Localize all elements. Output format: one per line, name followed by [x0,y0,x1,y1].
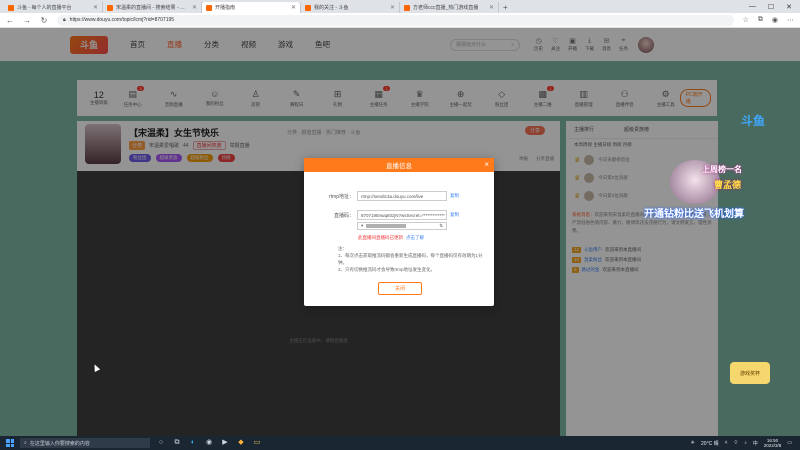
tab-title: 开播指南 [215,5,236,11]
learn-more-link[interactable]: 点击了解 [406,235,424,240]
overlay-top-fan-label: 上周榜一名 [702,165,742,174]
note-line: 2、只有切换推流码才会导致rtmp地址发生变化。 [338,267,436,272]
note-line: 1、每次点击获取推流码都会重新生成直播码，每个直播码仅有效期为1分钟。 [338,253,483,265]
new-tab-button[interactable]: + [499,2,512,13]
dialog-notes: 注： 1、每次点击获取推流码都会重新生成直播码，每个直播码仅有效期为1分钟。 2… [338,245,483,273]
rtmp-row: rtmp地址： rtmp://sendtc3a.douyu.com/live 复… [322,191,459,201]
network-icon[interactable]: ⌔ [734,440,739,446]
tab-title: 宋温柔的直播间 - 搜索结果 - 斗鱼 [116,5,189,11]
close-icon[interactable]: × [484,160,489,169]
task-view-icon[interactable]: ○ [156,438,166,448]
search-icon: ⌕ [24,440,27,446]
tab-favicon-icon [404,4,410,11]
rtmp-field[interactable]: rtmp://sendtc3a.douyu.com/live [357,191,447,201]
reload-icon[interactable]: ↻ [40,16,48,25]
tab-title: 方老师ccc直播_热门游戏直播 [413,5,479,11]
collections-icon[interactable]: ⧉ [758,16,763,24]
dialog-title: 直播信息 [386,163,412,170]
tab-close-icon[interactable]: ✕ [93,4,98,11]
edge-browser-icon[interactable]: ◐ [188,438,198,448]
browser-tab-1[interactable]: 斗鱼 - 每个人的直播平台 ✕ [4,2,103,13]
tab-close-icon[interactable]: ✕ [489,4,494,11]
tab-favicon-icon [8,4,14,11]
url-input[interactable]: 🔒︎ https://www.douyu.com/topic/lcmj?rid=… [57,14,734,26]
tab-close-icon[interactable]: ✕ [291,4,296,11]
favorite-star-icon[interactable]: ☆ [743,16,749,24]
taskbar-search-placeholder: 在这里输入你要搜索的内容 [29,440,90,447]
lock-icon: 🔒︎ [63,17,66,23]
switch-icon[interactable]: ⇅ [439,223,443,229]
tab-favicon-icon [107,4,113,11]
url-text: https://www.douyu.com/topic/lcmj?rid=870… [69,17,175,23]
douyu-sticker-logo: 斗鱼 [740,113,765,128]
redacted-bar [366,224,407,228]
chevron-down-icon: ▾ [361,223,364,228]
obs-app-icon[interactable]: ◉ [204,438,214,448]
stream-key-field[interactable]: 8707195rwapt0zjN?wsSecret=************* [357,210,447,220]
stream-key-label: 直播码： [333,212,354,219]
clock[interactable]: 16:50 2022/3/8 [764,438,782,449]
browser-tab-2[interactable]: 宋温柔的直播间 - 搜索结果 - 斗鱼 ✕ [103,2,202,13]
weather-icon[interactable]: ☀ [691,440,695,446]
copy-rtmp-button[interactable]: 复制 [450,193,459,199]
blurred-row: ▾ ⇅ [357,222,447,230]
browser-toolbar-icons: ☆ ⧉ ◉ ⋯ [743,16,794,24]
tab-favicon-icon [305,4,311,11]
forward-arrow-icon[interactable]: → [23,16,31,25]
browser-tab-strip: 斗鱼 - 每个人的直播平台 ✕ 宋温柔的直播间 - 搜索结果 - 斗鱼 ✕ 开播指南… [0,0,800,13]
live-info-dialog: 直播信息 × rtmp地址： rtmp://sendtc3a.douyu.com… [304,158,494,306]
folder-icon[interactable]: ▭ [252,438,262,448]
hidden-key-field[interactable]: ▾ ⇅ [357,222,447,230]
task-switch-icon[interactable]: ⧉ [172,438,182,448]
notes-title: 注： [338,246,347,251]
weather-text[interactable]: 20°C 晴 [701,440,719,447]
overlay-top-fan-name: 曹孟德 [714,180,742,190]
tab-title: 我的关注 - 斗鱼 [314,5,349,11]
douyu-app-icon[interactable]: ◆ [236,438,246,448]
clock-date: 2022/3/8 [763,443,782,448]
tab-favicon-icon [206,4,212,11]
notification-icon[interactable]: ▭ [787,440,792,446]
browser-tab-4[interactable]: 我的关注 - 斗鱼 ✕ [301,2,400,13]
profile-icon[interactable]: ◉ [772,16,778,24]
close-dialog-button[interactable]: 关闭 [378,282,422,295]
tray-chevron-icon[interactable]: ˄ [725,440,728,446]
volume-icon[interactable]: ♪ [744,440,747,446]
overlay-promo-text: 开通钻粉比送飞机划算 [644,209,744,220]
tab-close-icon[interactable]: ✕ [192,4,197,11]
maximize-button[interactable]: ☐ [768,3,774,11]
copy-key-button[interactable]: 复制 [450,212,459,218]
close-window-button[interactable]: ✕ [786,3,792,11]
game-badge[interactable]: 游戏奖杯 [730,362,770,384]
address-bar: ← → ↻ 🔒︎ https://www.douyu.com/topic/lcm… [0,13,800,28]
stream-key-row: 直播码： 8707195rwapt0zjN?wsSecret=*********… [322,210,459,220]
windows-start-icon[interactable] [6,439,14,447]
browser-tab-5[interactable]: 方老师ccc直播_热门游戏直播 ✕ [400,2,499,13]
media-app-icon[interactable]: ▶ [220,438,230,448]
system-tray: ☀ 20°C 晴 ˄ ⌔ ♪ 中 16:50 2022/3/8 ▭ [691,438,800,449]
tab-title: 斗鱼 - 每个人的直播平台 [17,5,72,11]
key-updated-notice: 此直播间直播码已更新 点击了解 [358,235,424,240]
ime-icon[interactable]: 中 [753,440,758,447]
rtmp-label: rtmp地址： [328,193,354,200]
window-controls: — ☐ ✕ [749,0,800,13]
dialog-header: 直播信息 × [304,158,494,172]
more-menu-icon[interactable]: ⋯ [787,16,794,24]
tab-close-icon[interactable]: ✕ [390,4,395,11]
browser-tab-3[interactable]: 开播指南 ✕ [202,2,301,13]
taskbar-search-input[interactable]: ⌕ 在这里输入你要搜索的内容 [20,438,150,448]
stream-overlay: 上周榜一名 曹孟德 开通钻粉比送飞机划算 [640,160,800,260]
minimize-button[interactable]: — [749,3,756,10]
back-arrow-icon[interactable]: ← [6,16,14,25]
windows-taskbar: ⌕ 在这里输入你要搜索的内容 ○ ⧉ ◐ ◉ ▶ ◆ ▭ ☀ 20°C 晴 ˄ … [0,436,800,450]
